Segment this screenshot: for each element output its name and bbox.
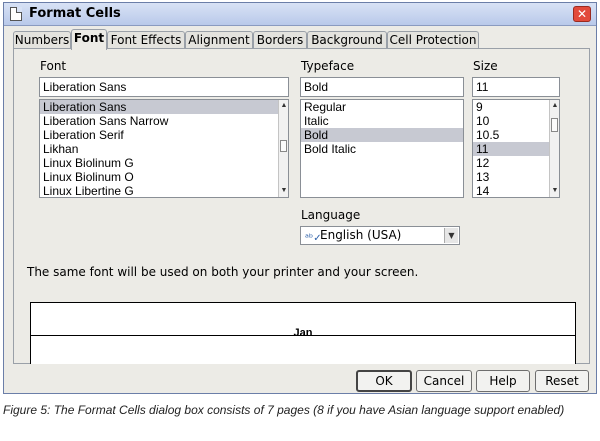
size-list[interactable]: 9 10 10.5 11 12 13 14 ▲ ▼ <box>472 99 560 198</box>
size-list-item[interactable]: 12 <box>473 156 559 170</box>
font-list-item[interactable]: Liberation Sans Narrow <box>40 114 288 128</box>
tab-font[interactable]: Font <box>71 29 107 50</box>
tab-font-effects[interactable]: Font Effects <box>107 31 185 49</box>
font-name-field[interactable]: Liberation Sans <box>39 77 289 97</box>
font-preview: Jan <box>30 302 576 364</box>
tab-cell-protection[interactable]: Cell Protection <box>387 31 479 49</box>
typeface-field[interactable]: Bold <box>300 77 464 97</box>
scroll-down-arrow-icon[interactable]: ▼ <box>280 187 288 195</box>
size-list-item[interactable]: 10 <box>473 114 559 128</box>
scroll-down-arrow-icon[interactable]: ▼ <box>551 187 559 195</box>
scroll-up-arrow-icon[interactable]: ▲ <box>551 102 559 110</box>
font-info-text: The same font will be used on both your … <box>27 265 419 279</box>
scroll-thumb[interactable] <box>280 140 287 152</box>
language-select[interactable]: ᵃᵇ✓ English (USA) ▼ <box>300 226 460 245</box>
preview-text: Jan <box>293 327 313 339</box>
tab-background[interactable]: Background <box>307 31 387 49</box>
font-list-item[interactable]: Likhan <box>40 142 288 156</box>
tab-numbers[interactable]: Numbers <box>13 31 71 49</box>
chevron-down-icon[interactable]: ▼ <box>444 228 458 243</box>
scroll-up-arrow-icon[interactable]: ▲ <box>280 102 288 110</box>
language-label: Language <box>301 208 361 222</box>
font-list-item[interactable]: Linux Biolinum O <box>40 170 288 184</box>
font-list-item[interactable]: Linux Biolinum G <box>40 156 288 170</box>
tab-borders[interactable]: Borders <box>253 31 307 49</box>
dialog-title: Format Cells <box>29 6 121 21</box>
font-list-item[interactable]: Liberation Serif <box>40 128 288 142</box>
size-label: Size <box>473 59 498 73</box>
format-cells-dialog: Format Cells ✕ Numbers Font Font Effects… <box>3 2 597 394</box>
size-list-item[interactable]: 11 <box>473 142 559 156</box>
typeface-list[interactable]: Regular Italic Bold Bold Italic <box>300 99 464 198</box>
typeface-label: Typeface <box>301 59 355 73</box>
typeface-list-item[interactable]: Bold Italic <box>301 142 463 156</box>
font-list[interactable]: Liberation Sans Liberation Sans Narrow L… <box>39 99 289 198</box>
document-icon <box>10 7 22 21</box>
size-field[interactable]: 11 <box>472 77 560 97</box>
typeface-list-item[interactable]: Regular <box>301 100 463 114</box>
help-button[interactable]: Help <box>476 370 530 392</box>
title-bar[interactable]: Format Cells ✕ <box>4 3 596 26</box>
font-list-item[interactable]: Linux Libertine G <box>40 184 288 197</box>
typeface-list-item[interactable]: Italic <box>301 114 463 128</box>
figure-caption: Figure 5: The Format Cells dialog box co… <box>3 403 565 417</box>
size-list-item[interactable]: 13 <box>473 170 559 184</box>
scroll-thumb[interactable] <box>551 118 558 132</box>
cancel-button[interactable]: Cancel <box>416 370 472 392</box>
size-list-item[interactable]: 10.5 <box>473 128 559 142</box>
size-list-scrollbar[interactable]: ▲ ▼ <box>549 100 559 197</box>
size-list-item[interactable]: 14 <box>473 184 559 197</box>
typeface-list-item[interactable]: Bold <box>301 128 463 142</box>
font-label: Font <box>40 59 67 73</box>
font-list-scrollbar[interactable]: ▲ ▼ <box>278 100 288 197</box>
tab-alignment[interactable]: Alignment <box>185 31 253 49</box>
close-button[interactable]: ✕ <box>573 6 591 22</box>
font-list-item[interactable]: Liberation Sans <box>40 100 288 114</box>
reset-button[interactable]: Reset <box>535 370 589 392</box>
language-value: English (USA) <box>320 228 402 242</box>
ok-button[interactable]: OK <box>356 370 412 392</box>
size-list-item[interactable]: 9 <box>473 100 559 114</box>
